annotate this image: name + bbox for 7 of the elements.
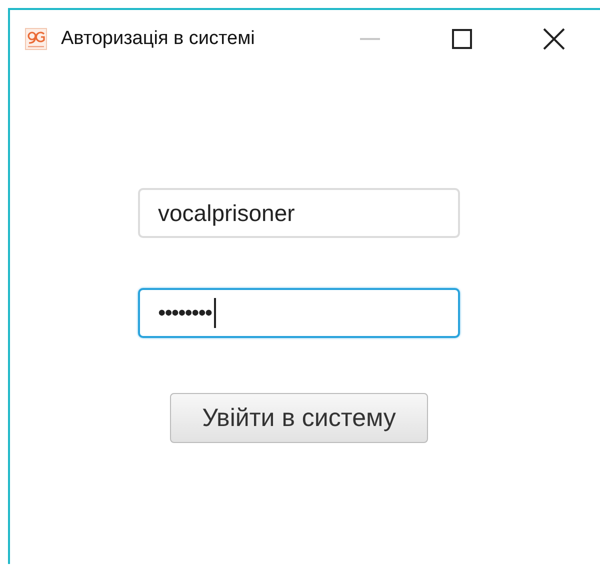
app-logo-icon (25, 28, 47, 50)
password-field[interactable]: •••••••• (138, 288, 460, 338)
username-field[interactable]: vocalprisoner (138, 188, 460, 238)
close-icon[interactable] (543, 28, 565, 50)
window-title: Авторизація в системі (61, 28, 255, 50)
maximize-icon[interactable] (452, 29, 472, 49)
login-button[interactable]: Увійти в систему (170, 393, 428, 443)
